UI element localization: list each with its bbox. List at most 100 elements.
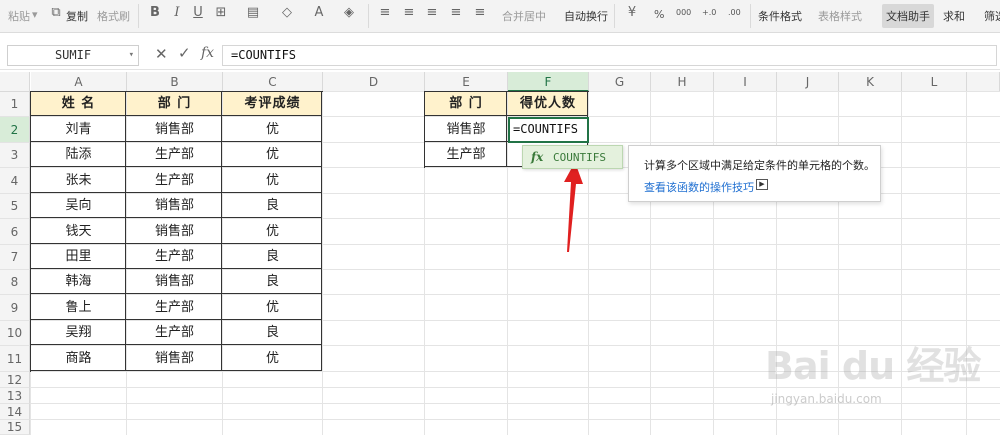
table-cell-border [30, 116, 126, 142]
conditional-format-button[interactable]: 条件格式 [758, 8, 802, 24]
column-header-f[interactable]: F [508, 72, 589, 92]
row-header-5[interactable]: 5 [0, 194, 30, 219]
watermark-url: jingyan.baidu.com [771, 392, 882, 406]
row-header-6[interactable]: 6 [0, 219, 30, 245]
clear-format-icon[interactable]: ◈ [341, 6, 357, 20]
table-cell-border [30, 269, 126, 294]
table-cell-border [222, 116, 322, 142]
table-cell-border [30, 294, 126, 320]
column-header-g[interactable]: G [589, 72, 651, 92]
filter-button[interactable]: 筛选 [984, 8, 1000, 24]
table-cell-border [222, 142, 322, 167]
column-header-overflow[interactable] [967, 72, 1000, 92]
column-header-k[interactable]: K [839, 72, 902, 92]
table-cell-border [222, 193, 322, 218]
autocomplete-function-name[interactable]: COUNTIFS [553, 151, 606, 164]
row-header-15[interactable]: 15 [0, 420, 30, 435]
italic-icon[interactable]: I [169, 6, 185, 20]
select-all-corner[interactable] [0, 72, 30, 92]
table-cell-border [30, 167, 126, 193]
row-header-3[interactable]: 3 [0, 143, 30, 168]
paste-button[interactable]: 粘贴 [8, 8, 30, 24]
table-cell-border [126, 142, 222, 167]
table-cell-border [507, 91, 588, 116]
align-left-icon[interactable]: ≡ [377, 6, 393, 20]
row-header-12[interactable]: 12 [0, 372, 30, 388]
table-cell-border [424, 142, 507, 167]
table-cell-border [30, 320, 126, 345]
column-header-d[interactable]: D [323, 72, 425, 92]
table-cell-border [222, 345, 322, 371]
row-header-13[interactable]: 13 [0, 388, 30, 404]
table-cell-border [126, 294, 222, 320]
table-cell-border [126, 269, 222, 294]
grid-line-vertical [650, 92, 651, 435]
percent-button[interactable]: % [654, 8, 664, 21]
fill-color-icon[interactable]: ◇ [279, 6, 295, 20]
row-header-10[interactable]: 10 [0, 321, 30, 346]
align-center-icon[interactable]: ≡ [401, 6, 417, 20]
format-painter-button[interactable]: 格式刷 [97, 8, 130, 24]
table-cell-border [126, 345, 222, 371]
table-cell-border [126, 320, 222, 345]
table-cell-border [126, 218, 222, 244]
row-header-4[interactable]: 4 [0, 168, 30, 194]
function-tips-link[interactable]: 查看该函数的操作技巧 [644, 179, 754, 195]
column-header-i[interactable]: I [714, 72, 777, 92]
currency-icon[interactable]: ¥ [624, 6, 640, 20]
insert-function-icon[interactable]: fx [201, 45, 214, 61]
distribute-icon[interactable]: ≡ [472, 6, 488, 20]
column-header-b[interactable]: B [127, 72, 223, 92]
decrease-decimal-button[interactable]: .00 [728, 8, 741, 17]
cell-style-icon[interactable]: ▤ [245, 6, 261, 20]
thousands-button[interactable]: 000 [676, 8, 691, 17]
row-header-1[interactable]: 1 [0, 92, 30, 117]
sum-button[interactable]: 求和 [943, 8, 965, 24]
table-cell-border [126, 167, 222, 193]
column-header-e[interactable]: E [425, 72, 508, 92]
row-header-8[interactable]: 8 [0, 270, 30, 295]
table-style-button[interactable]: 表格样式 [818, 8, 862, 24]
column-header-l[interactable]: L [902, 72, 967, 92]
paste-dropdown-icon[interactable]: ▾ [32, 8, 38, 21]
name-box[interactable]: SUMIF ▾ [7, 45, 139, 66]
justify-icon[interactable]: ≡ [448, 6, 464, 20]
increase-decimal-button[interactable]: +.0 [702, 8, 716, 17]
table-cell-border [222, 294, 322, 320]
row-header-2[interactable]: 2 [0, 117, 30, 143]
wrap-text-button[interactable]: 自动换行 [564, 8, 608, 24]
table-cell-border [222, 218, 322, 244]
table-cell-border [30, 345, 126, 371]
table-cell-border [126, 91, 222, 116]
border-icon[interactable]: ⊞ [213, 6, 229, 20]
table-cell-border [126, 116, 222, 142]
underline-icon[interactable]: U [190, 6, 206, 20]
font-color-icon[interactable]: A [311, 6, 327, 20]
align-right-icon[interactable]: ≡ [424, 6, 440, 20]
function-autocomplete[interactable]: fx COUNTIFS [522, 145, 623, 169]
grid-line-horizontal [31, 419, 1000, 420]
toolbar-divider [750, 4, 751, 28]
row-header-14[interactable]: 14 [0, 404, 30, 420]
confirm-icon[interactable]: ✓ [178, 44, 191, 62]
bold-icon[interactable]: B [147, 6, 163, 20]
column-header-h[interactable]: H [651, 72, 714, 92]
row-header-11[interactable]: 11 [0, 346, 30, 372]
table-cell-border [222, 244, 322, 269]
baidu-jingyan-watermark: Bai du 经验 [765, 344, 981, 388]
copy-button[interactable]: 复制 [66, 8, 88, 24]
formula-input[interactable]: =COUNTIFS [222, 45, 997, 66]
column-header-j[interactable]: J [777, 72, 839, 92]
row-header-9[interactable]: 9 [0, 295, 30, 321]
play-video-icon[interactable]: ▶ [756, 179, 768, 190]
active-cell-f2[interactable] [508, 117, 589, 143]
doc-helper-button[interactable]: 文档助手 [886, 8, 930, 24]
cancel-icon[interactable]: ✕ [155, 45, 168, 63]
chevron-down-icon[interactable]: ▾ [129, 46, 134, 65]
formula-bar: SUMIF ▾ ✕ ✓ fx =COUNTIFS [0, 40, 1000, 70]
column-header-a[interactable]: A [31, 72, 127, 92]
row-header-7[interactable]: 7 [0, 245, 30, 270]
merge-center-button[interactable]: 合并居中 [502, 8, 546, 24]
column-header-c[interactable]: C [223, 72, 323, 92]
function-icon: fx [531, 150, 544, 164]
